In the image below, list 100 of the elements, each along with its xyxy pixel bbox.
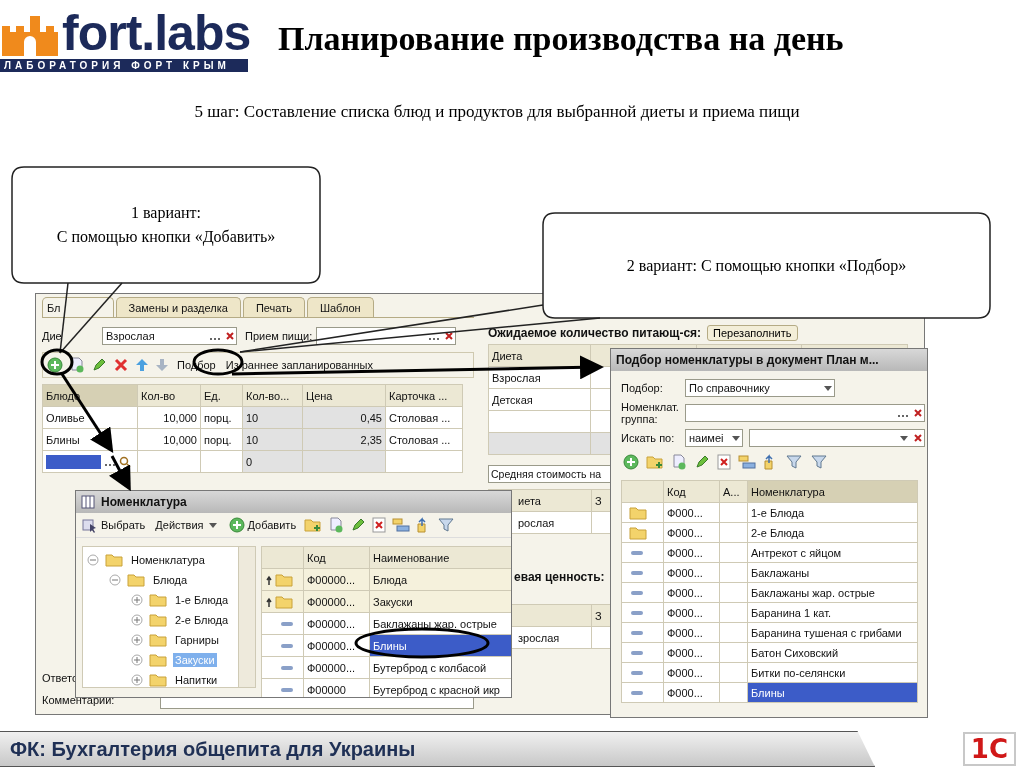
select-button[interactable]: Выбрать	[80, 517, 148, 533]
clear-icon[interactable]	[912, 407, 924, 419]
tree-item[interactable]: Напитки	[173, 673, 220, 687]
hierarchy-icon[interactable]	[392, 517, 411, 533]
filter-icon[interactable]	[438, 517, 457, 533]
tab[interactable]: Печать	[242, 297, 305, 317]
folder-icon	[149, 653, 167, 667]
search-icon[interactable]	[119, 455, 131, 468]
pencil-icon[interactable]	[91, 357, 107, 373]
scroll-bar[interactable]	[238, 547, 255, 687]
table-cell: Ф00000...	[303, 612, 370, 635]
refill-button[interactable]: Перезаполнить	[707, 325, 798, 341]
column-header[interactable]: Код	[303, 546, 370, 569]
table-cell[interactable]: Баранина 1 кат.	[747, 602, 918, 623]
clear-icon[interactable]	[224, 330, 236, 342]
field-label: Комментарий:	[42, 694, 115, 706]
hierarchy-icon[interactable]	[738, 454, 756, 470]
folder-icon	[149, 673, 167, 687]
folder-add-icon[interactable]	[304, 517, 323, 533]
copy-icon[interactable]	[69, 357, 85, 373]
column-header[interactable]: Номенклатура	[747, 480, 918, 503]
table-cell[interactable]: Баклажаны жар. острые	[747, 582, 918, 603]
callout-text: С помощью кнопки «Добавить»	[56, 228, 276, 246]
column-header[interactable]: Карточка ...	[385, 384, 463, 407]
window-title: Подбор номенклатуры в документ План м...	[616, 353, 879, 367]
table-cell[interactable]: 2-е Блюда	[747, 522, 918, 543]
expand-icon[interactable]	[131, 614, 143, 626]
table-cell[interactable]: Баранина тушеная с грибами	[747, 622, 918, 643]
table-cell: Ф000...	[663, 662, 720, 683]
search-field[interactable]	[749, 429, 925, 447]
table-cell[interactable]: Баклажаны	[747, 562, 918, 583]
logo-tagline: ЛАБОРАТОРИЯ ФОРТ КРЫМ	[0, 59, 248, 72]
table-cell: Ф000...	[663, 622, 720, 643]
group-field[interactable]	[685, 404, 925, 422]
tree-item[interactable]: 2-е Блюда	[173, 613, 230, 627]
add-button[interactable]: Добавить	[226, 517, 299, 533]
table-cell: Ф00000...	[303, 568, 370, 591]
table-cell: Ф000...	[663, 522, 720, 543]
clear-icon[interactable]	[443, 330, 456, 342]
expand-icon[interactable]	[131, 654, 143, 666]
field-label: Искать по:	[621, 432, 676, 444]
table-cell[interactable]: Битки по-селянски	[747, 662, 918, 683]
step-caption: 5 шаг: Составление списка блюд и продуктов для выбранной диеты и приема пищи	[193, 102, 801, 122]
table-cell[interactable]: Батон Сиховский	[747, 642, 918, 663]
expand-icon[interactable]	[131, 594, 143, 606]
expand-icon[interactable]	[131, 674, 143, 686]
tab[interactable]: Бл	[42, 297, 114, 317]
search-by-dropdown[interactable]: наимеі	[685, 429, 743, 447]
column-header[interactable]: Ед.	[200, 384, 243, 407]
folder-icon	[629, 505, 647, 520]
column-header[interactable]: З	[595, 609, 602, 622]
column-header[interactable]: иета	[518, 494, 541, 507]
table-cell: Ф000...	[663, 642, 720, 663]
column-header[interactable]: Наименование	[369, 546, 511, 569]
field-label: Прием пищи:	[245, 330, 313, 342]
group-up-icon	[265, 572, 295, 587]
folder-icon	[149, 613, 167, 627]
folder-icon	[127, 573, 145, 587]
column-header[interactable]: Код	[663, 480, 720, 503]
table-cell: рослая	[518, 516, 555, 529]
column-header[interactable]: Кол-во	[137, 384, 201, 407]
expand-icon[interactable]	[131, 634, 143, 646]
selection-dropdown[interactable]: По справочнику	[685, 379, 835, 397]
table-cell: Ф00000...	[303, 656, 370, 679]
table-cell[interactable]: Антрекот с яйцом	[747, 542, 918, 563]
footer-title: ФК: Бухгалтерия общепита для Украины	[10, 737, 416, 761]
column-header[interactable]: Диета	[492, 349, 523, 362]
clear-icon[interactable]	[912, 432, 924, 444]
callout-text: 2 вариант: С помощью кнопки «Подбор»	[626, 256, 907, 275]
select-icon[interactable]	[82, 517, 98, 533]
column-header[interactable]: З	[595, 494, 602, 507]
brand-logo: 1С	[962, 732, 1016, 766]
folder-icon	[149, 633, 167, 647]
column-header[interactable]: Цена	[302, 384, 386, 407]
table-cell: порц.	[200, 406, 243, 429]
diet-field[interactable]: Взрослая	[102, 327, 237, 345]
tree-item[interactable]: 1-е Блюда	[173, 593, 230, 607]
castle-icon	[2, 16, 58, 56]
tree-item[interactable]: Номенклатура	[129, 553, 207, 567]
tab[interactable]: Замены и разделка	[115, 297, 241, 317]
table-cell: 10,000	[137, 428, 201, 451]
folder-add-icon[interactable]	[646, 454, 664, 470]
tab[interactable]: Шаблон	[306, 297, 374, 317]
table-cell[interactable]: 1-е Блюда	[747, 502, 918, 523]
tree-item[interactable]: Гарниры	[173, 633, 221, 647]
delete-icon[interactable]	[113, 357, 129, 373]
add-icon[interactable]	[47, 357, 63, 373]
column-header[interactable]: А...	[719, 480, 748, 503]
delete-icon[interactable]	[372, 517, 387, 533]
tree-item[interactable]: Блюда	[151, 573, 190, 587]
up-arrow-icon[interactable]	[135, 357, 149, 373]
delete-icon[interactable]	[717, 454, 731, 470]
table-cell: Блины	[42, 428, 138, 451]
cell-editor[interactable]	[46, 454, 101, 469]
table-cell: Ф000...	[663, 582, 720, 603]
field-label: Подбор:	[621, 382, 664, 394]
column-header[interactable]: Кол-во...	[242, 384, 303, 407]
actions-button[interactable]: Действия	[153, 519, 221, 531]
table-cell: Ф000...	[663, 542, 720, 563]
pencil-icon[interactable]	[350, 517, 367, 533]
